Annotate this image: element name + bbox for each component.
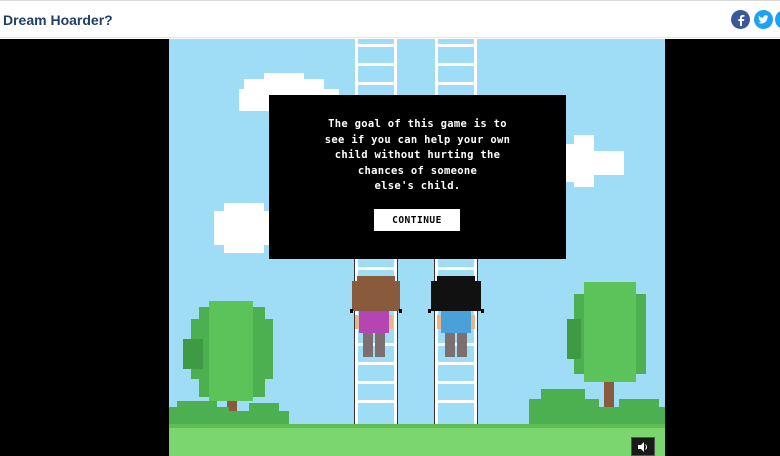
continue-button[interactable]: CONTINUE <box>374 209 460 231</box>
twitter-icon <box>758 14 769 23</box>
facebook-icon <box>737 14 744 26</box>
speaker-icon <box>638 441 647 452</box>
sound-toggle-button[interactable] <box>631 437 655 456</box>
page-title: Dream Hoarder? <box>3 12 113 28</box>
share-more-button[interactable] <box>775 10 780 29</box>
facebook-share-button[interactable] <box>731 10 750 29</box>
twitter-share-button[interactable] <box>754 10 773 29</box>
grass <box>169 424 665 456</box>
intro-dialog: The goal of this game is to see if you c… <box>269 95 566 259</box>
dialog-message: The goal of this game is to see if you c… <box>324 118 511 192</box>
header-bar: Dream Hoarder? <box>0 0 780 38</box>
